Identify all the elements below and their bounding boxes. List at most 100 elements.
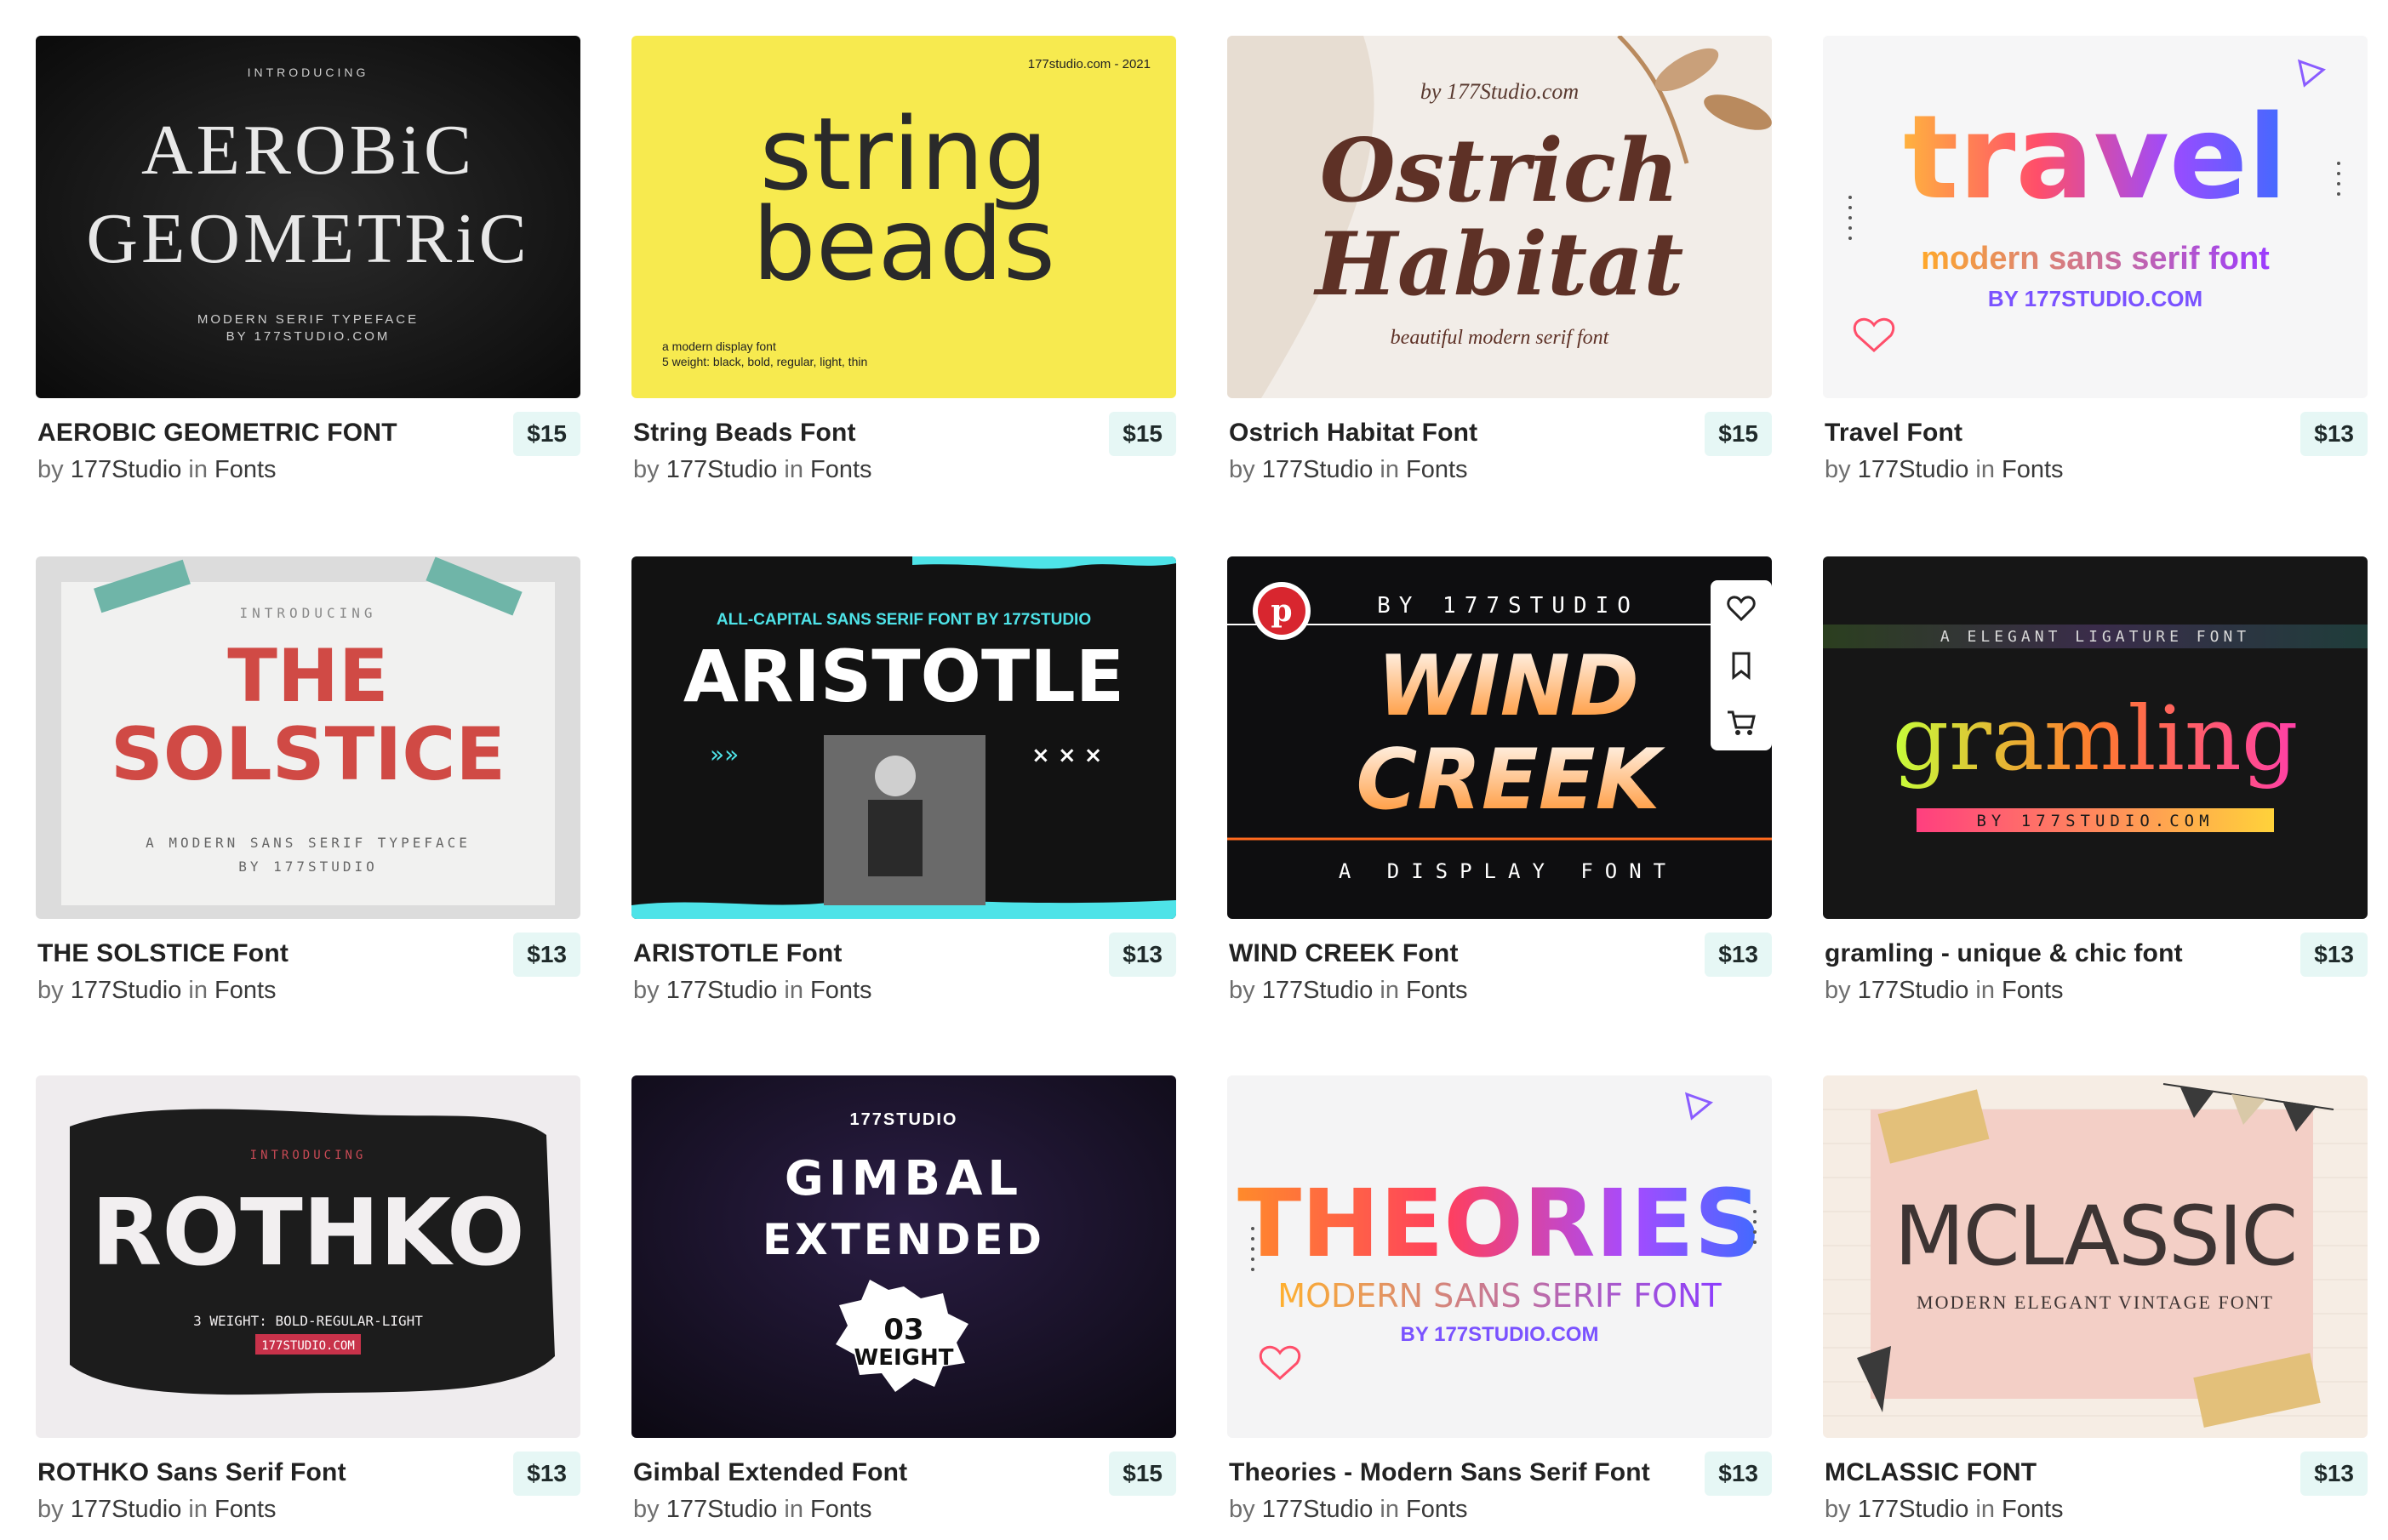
art-sub2: 5 weight: black, bold, regular, light, t… <box>662 355 867 368</box>
art-line1: GIMBAL <box>785 1151 1023 1206</box>
product-meta: MCLASSIC FONT by 177Studio in Fonts $13 <box>1823 1452 2368 1535</box>
price-badge[interactable]: $13 <box>1705 1452 1772 1496</box>
author-link[interactable]: 177Studio <box>666 977 778 1004</box>
author-link[interactable]: 177Studio <box>666 456 778 483</box>
category-link[interactable]: Fonts <box>1406 456 1468 483</box>
art-top-text: 177STUDIO <box>850 1110 958 1129</box>
art-line1: ARISTOTLE <box>683 635 1124 718</box>
art-line1: MCLASSIC <box>1894 1189 2296 1284</box>
category-link[interactable]: Fonts <box>214 977 277 1004</box>
product-thumbnail[interactable]: ALL-CAPITAL SANS SERIF FONT BY 177STUDIO… <box>631 556 1176 919</box>
author-link[interactable]: 177Studio <box>1858 977 1969 1004</box>
price-badge[interactable]: $15 <box>513 412 580 456</box>
price-badge[interactable]: $13 <box>2300 412 2368 456</box>
product-card[interactable]: INTRODUCING ROTHKO 3 WEIGHT: BOLD-REGULA… <box>36 1075 580 1535</box>
product-card[interactable]: INTRODUCING AEROBiC GEOMETRiC MODERN SER… <box>36 36 580 495</box>
product-thumbnail[interactable]: travel modern sans serif font BY 177STUD… <box>1823 36 2368 398</box>
in-label: in <box>784 456 803 483</box>
pinterest-save-button[interactable]: p <box>1253 582 1311 640</box>
art-sub1: a modern display font <box>662 339 776 353</box>
product-thumbnail[interactable]: BY 177STUDIO WIND CREEK A DISPLAY FONT p <box>1227 556 1772 919</box>
product-title[interactable]: String Beads Font <box>633 419 856 448</box>
product-title[interactable]: ARISTOTLE Font <box>633 939 843 968</box>
product-title[interactable]: Ostrich Habitat Font <box>1229 419 1477 448</box>
product-thumbnail[interactable]: 177STUDIO GIMBAL EXTENDED 03 WEIGHT <box>631 1075 1176 1438</box>
product-title[interactable]: AEROBIC GEOMETRIC FONT <box>37 419 397 448</box>
product-card[interactable]: THEORIES MODERN SANS SERIF FONT BY 177ST… <box>1227 1075 1772 1535</box>
product-card[interactable]: 177studio.com - 2021 string beads a mode… <box>631 36 1176 495</box>
price-badge[interactable]: $13 <box>1109 933 1176 977</box>
product-thumbnail[interactable]: INTRODUCING ROTHKO 3 WEIGHT: BOLD-REGULA… <box>36 1075 580 1438</box>
product-title[interactable]: gramling - unique & chic font <box>1825 939 2183 968</box>
category-link[interactable]: Fonts <box>1406 977 1468 1004</box>
art-top-text: INTRODUCING <box>240 605 377 621</box>
author-link[interactable]: 177Studio <box>1262 456 1374 483</box>
category-link[interactable]: Fonts <box>214 456 277 483</box>
product-meta: Gimbal Extended Font by 177Studio in Fon… <box>631 1452 1176 1535</box>
product-thumbnail[interactable]: A ELEGANT LIGATURE FONT gramling BY 177S… <box>1823 556 2368 919</box>
art-top-text: ALL-CAPITAL SANS SERIF FONT BY 177STUDIO <box>717 611 1091 629</box>
product-thumbnail[interactable]: 177studio.com - 2021 string beads a mode… <box>631 36 1176 398</box>
category-link[interactable]: Fonts <box>810 1496 872 1523</box>
price-badge[interactable]: $13 <box>2300 933 2368 977</box>
cart-icon[interactable] <box>1724 705 1758 739</box>
in-label: in <box>1975 1496 1995 1523</box>
art-top-text: 177studio.com - 2021 <box>1028 57 1151 71</box>
product-title[interactable]: Theories - Modern Sans Serif Font <box>1229 1458 1650 1487</box>
category-link[interactable]: Fonts <box>2002 1496 2064 1523</box>
by-label: by <box>1825 456 1851 483</box>
category-link[interactable]: Fonts <box>2002 456 2064 483</box>
product-card[interactable]: A ELEGANT LIGATURE FONT gramling BY 177S… <box>1823 556 2368 1016</box>
category-link[interactable]: Fonts <box>214 1496 277 1523</box>
product-card[interactable]: MCLASSIC MODERN ELEGANT VINTAGE FONT MCL… <box>1823 1075 2368 1535</box>
product-thumbnail[interactable]: INTRODUCING THE SOLSTICE A MODERN SANS S… <box>36 556 580 919</box>
price-badge[interactable]: $15 <box>1705 412 1772 456</box>
price-badge[interactable]: $13 <box>513 933 580 977</box>
author-link[interactable]: 177Studio <box>1858 1496 1969 1523</box>
product-card[interactable]: travel modern sans serif font BY 177STUD… <box>1823 36 2368 495</box>
art-sub1: BY 177STUDIO.COM <box>1976 812 2214 830</box>
product-meta: Travel Font by 177Studio in Fonts $13 <box>1823 412 2368 495</box>
product-card[interactable]: ALL-CAPITAL SANS SERIF FONT BY 177STUDIO… <box>631 556 1176 1016</box>
author-link[interactable]: 177Studio <box>71 977 182 1004</box>
by-label: by <box>1229 977 1255 1004</box>
product-title[interactable]: WIND CREEK Font <box>1229 939 1459 968</box>
author-link[interactable]: 177Studio <box>666 1496 778 1523</box>
author-link[interactable]: 177Studio <box>1262 1496 1374 1523</box>
product-byline: by 177Studio in Fonts <box>633 1496 872 1524</box>
category-link[interactable]: Fonts <box>1406 1496 1468 1523</box>
thumbnail-art: travel modern sans serif font BY 177STUD… <box>1823 36 2368 398</box>
author-link[interactable]: 177Studio <box>71 456 182 483</box>
product-thumbnail[interactable]: INTRODUCING AEROBiC GEOMETRiC MODERN SER… <box>36 36 580 398</box>
price-badge[interactable]: $15 <box>1109 1452 1176 1496</box>
product-title[interactable]: Travel Font <box>1825 419 1962 448</box>
price-badge[interactable]: $13 <box>2300 1452 2368 1496</box>
product-card[interactable]: by 177Studio.com Ostrich Habitat beautif… <box>1227 36 1772 495</box>
product-thumbnail[interactable]: MCLASSIC MODERN ELEGANT VINTAGE FONT <box>1823 1075 2368 1438</box>
product-card[interactable]: INTRODUCING THE SOLSTICE A MODERN SANS S… <box>36 556 580 1016</box>
price-badge[interactable]: $13 <box>513 1452 580 1496</box>
product-thumbnail[interactable]: by 177Studio.com Ostrich Habitat beautif… <box>1227 36 1772 398</box>
art-top-text: INTRODUCING <box>248 66 369 79</box>
product-meta: String Beads Font by 177Studio in Fonts … <box>631 412 1176 495</box>
category-link[interactable]: Fonts <box>810 456 872 483</box>
category-link[interactable]: Fonts <box>2002 977 2064 1004</box>
product-title[interactable]: ROTHKO Sans Serif Font <box>37 1458 346 1487</box>
author-link[interactable]: 177Studio <box>1262 977 1374 1004</box>
author-link[interactable]: 177Studio <box>1858 456 1969 483</box>
art-sub2: WEIGHT <box>854 1345 954 1371</box>
price-badge[interactable]: $15 <box>1109 412 1176 456</box>
category-link[interactable]: Fonts <box>810 977 872 1004</box>
price-badge[interactable]: $13 <box>1705 933 1772 977</box>
by-label: by <box>37 456 64 483</box>
bookmark-icon[interactable] <box>1724 648 1758 682</box>
product-card[interactable]: BY 177STUDIO WIND CREEK A DISPLAY FONT p <box>1227 556 1772 1016</box>
product-title[interactable]: Gimbal Extended Font <box>633 1458 907 1487</box>
art-sub1: 03 <box>883 1313 923 1347</box>
product-card[interactable]: 177STUDIO GIMBAL EXTENDED 03 WEIGHT Gimb… <box>631 1075 1176 1535</box>
heart-icon[interactable] <box>1724 591 1758 625</box>
product-thumbnail[interactable]: THEORIES MODERN SANS SERIF FONT BY 177ST… <box>1227 1075 1772 1438</box>
author-link[interactable]: 177Studio <box>71 1496 182 1523</box>
product-title[interactable]: THE SOLSTICE Font <box>37 939 289 968</box>
product-title[interactable]: MCLASSIC FONT <box>1825 1458 2037 1487</box>
